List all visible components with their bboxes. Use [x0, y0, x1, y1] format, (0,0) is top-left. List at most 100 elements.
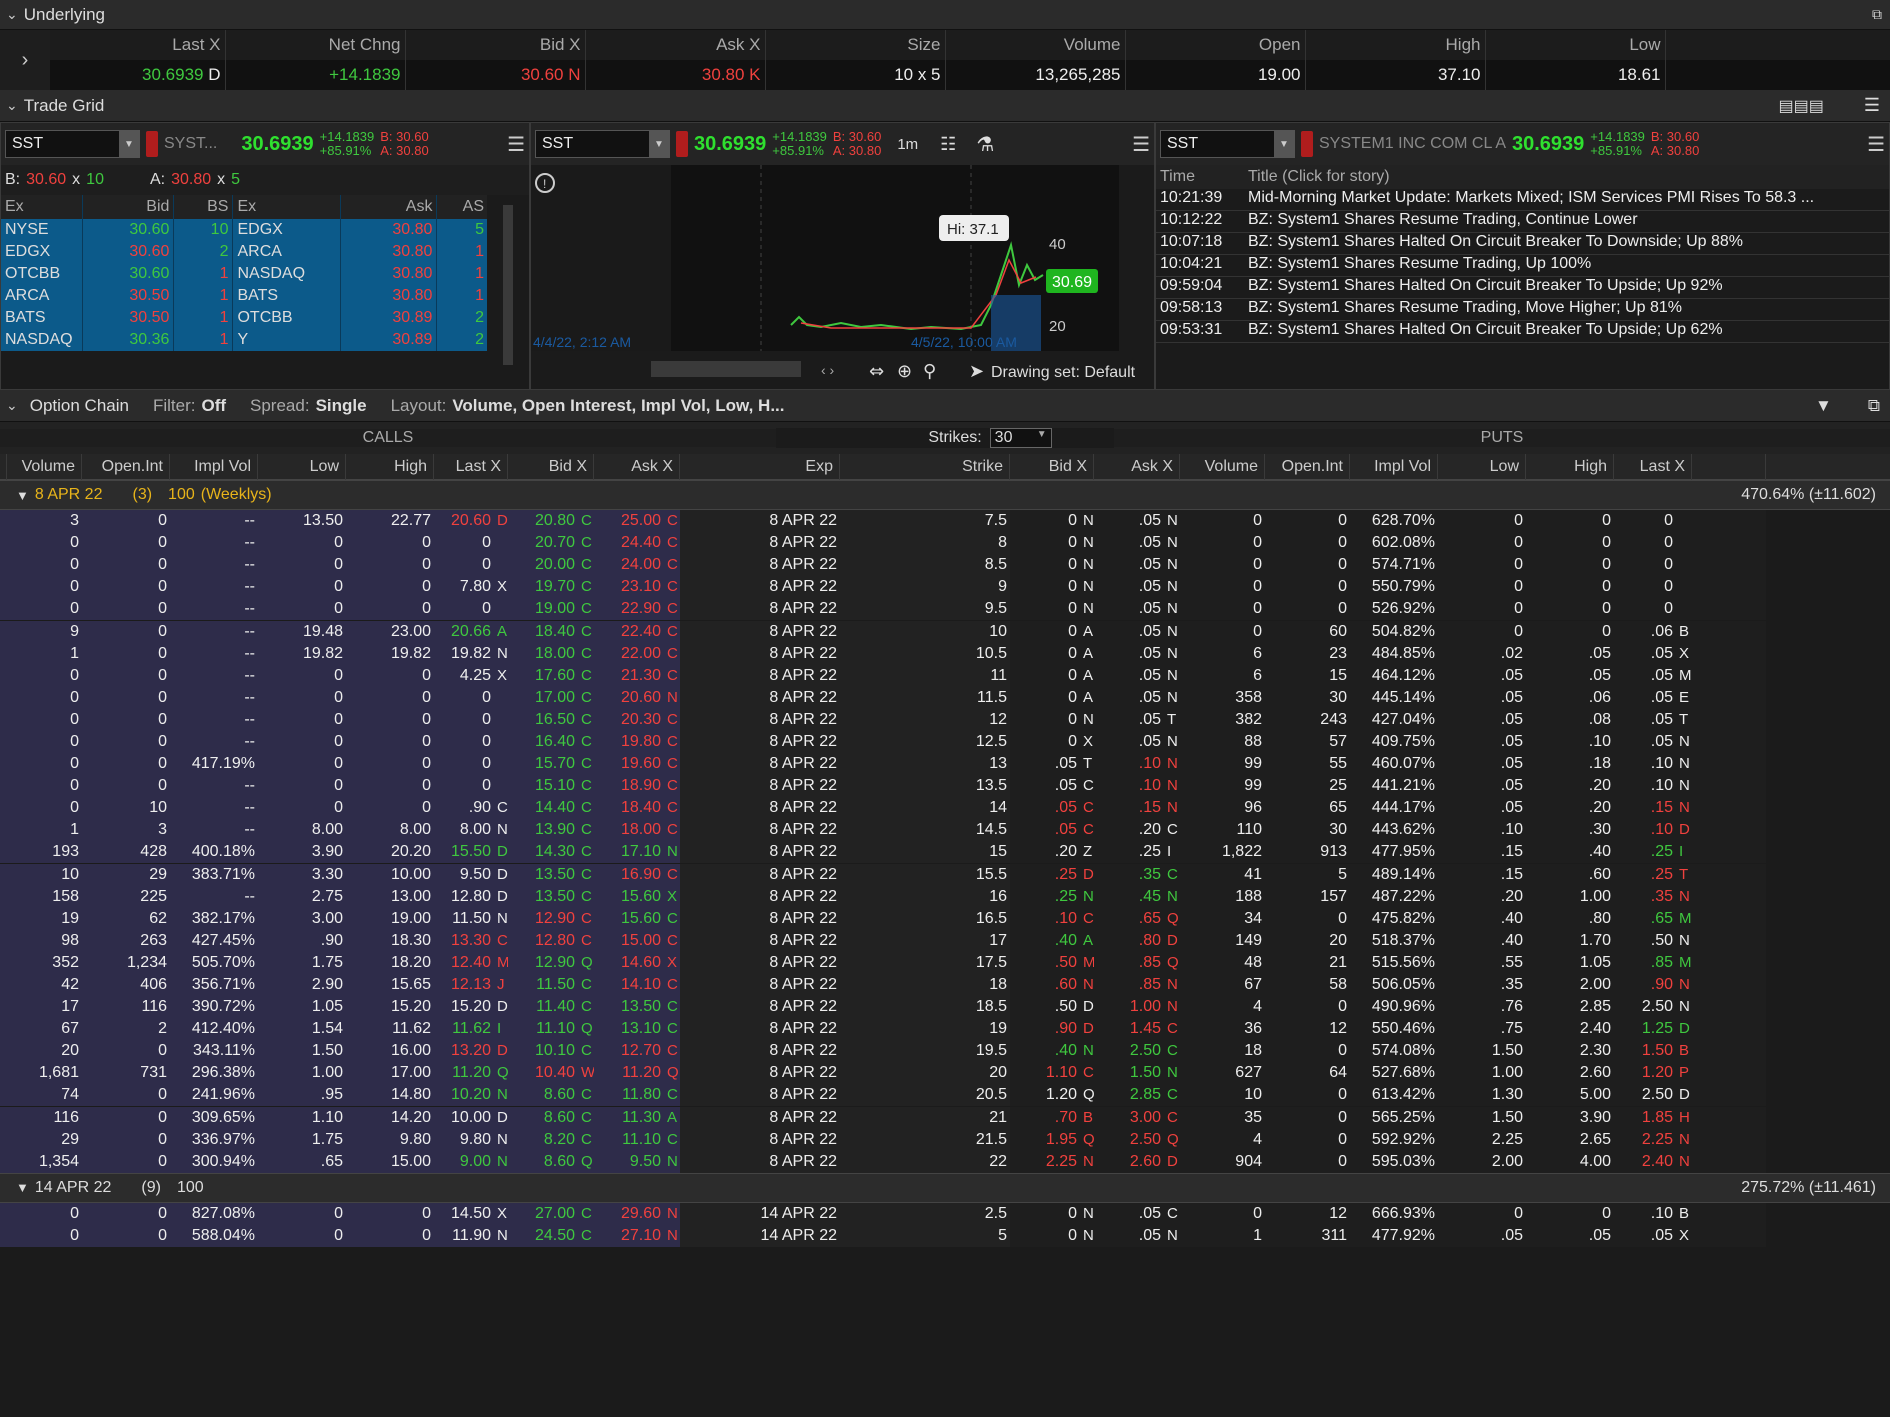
cell[interactable]: 24.40 [594, 532, 664, 555]
news-item[interactable]: 09:59:04 BZ: System1 Shares Halted On Cir… [1156, 277, 1889, 299]
cell[interactable]: 15.60 [594, 885, 664, 908]
col-put-low[interactable]: Low [1438, 454, 1526, 480]
cell[interactable]: 14.10 [594, 974, 664, 997]
col-put-impl-vol[interactable]: Impl Vol [1350, 454, 1438, 480]
trade-grid-header[interactable]: ⌄ Trade Grid ▤▤▤ ☰ [0, 90, 1890, 122]
level2-scrollbar[interactable] [487, 195, 529, 389]
menu-icon[interactable]: ☰ [1864, 95, 1880, 116]
cell[interactable]: 24.00 [594, 554, 664, 577]
cell[interactable]: 20.60 [594, 686, 664, 709]
option-row[interactable]: 1 3 -- 8.00 8.00 8.00 N 13.90 C 18.00 C 8 APR 22 14.… [0, 819, 1890, 842]
cell[interactable]: .70 [1010, 1106, 1080, 1129]
cell[interactable]: 13.10 [594, 1018, 664, 1041]
ask-value[interactable]: 30.80 K [585, 60, 766, 90]
cell[interactable]: .65 [1094, 907, 1164, 930]
option-row[interactable]: 0 0 -- 0 0 0 20.70 C 24.40 C 8 APR 22 8 0 N .05 N 0 0 602.… [0, 532, 1890, 555]
col-high[interactable]: High [1305, 30, 1486, 60]
spread-dropdown[interactable]: Single [316, 396, 367, 416]
cell[interactable]: 18.40 [594, 797, 664, 820]
cell[interactable]: 17.00 [508, 686, 578, 709]
cell[interactable]: .50 [1010, 951, 1080, 974]
option-row[interactable]: 0 0 -- 0 0 7.80 X 19.70 C 23.10 C 8 APR 22 9 0 N .05 N 0 0… [0, 576, 1890, 599]
col-net-chng[interactable]: Net Chng [225, 30, 406, 60]
chevron-down-icon[interactable]: ⌄ [6, 97, 18, 114]
cell[interactable]: 22.40 [594, 620, 664, 643]
cell[interactable]: .05 [1094, 620, 1164, 643]
cell[interactable]: .25 [1010, 863, 1080, 886]
cell[interactable]: 14.30 [508, 841, 578, 864]
col-open-int[interactable]: Open.Int [82, 454, 170, 480]
col-ex-bid[interactable]: Ex [1, 195, 84, 219]
cell[interactable]: 18.90 [594, 775, 664, 798]
underlying-header[interactable]: ⌄ Underlying ⧉ [0, 0, 1890, 30]
cell[interactable]: 0 [1010, 510, 1080, 533]
option-row[interactable]: 1 0 -- 19.82 19.82 19.82 N 18.00 C 22.00 C 8 APR 22… [0, 642, 1890, 665]
news-item[interactable]: 10:21:39 Mid-Morning Market Update: Marke… [1156, 189, 1889, 211]
bid-value[interactable]: 30.60 N [405, 60, 586, 90]
col-put-open-int[interactable]: Open.Int [1265, 454, 1350, 480]
cell[interactable]: 11.80 [594, 1084, 664, 1107]
cell[interactable]: 0 [1010, 686, 1080, 709]
cell[interactable]: .05 [1094, 554, 1164, 577]
option-row[interactable]: 0 0 -- 0 0 0 16.50 C 20.30 C 8 APR 22 12 0 N .05 T 382 24… [0, 708, 1890, 731]
option-row[interactable]: 17 116 390.72% 1.05 15.20 15.20 D 11.40 C 13.50 C 8… [0, 996, 1890, 1019]
col-low[interactable]: Low [258, 454, 346, 480]
col-impl-vol[interactable]: Impl Vol [170, 454, 258, 480]
col-last[interactable]: Last X [434, 454, 508, 480]
cell[interactable]: 3.00 [1094, 1106, 1164, 1129]
cell[interactable]: 29.60 [594, 1202, 664, 1225]
cell[interactable]: 1.20 [1010, 1084, 1080, 1107]
cell[interactable]: 1.95 [1010, 1128, 1080, 1151]
cell[interactable]: 0 [1010, 664, 1080, 687]
cell[interactable]: .05 [1010, 775, 1080, 798]
cell[interactable]: .05 [1094, 576, 1164, 599]
col-low[interactable]: Low [1485, 30, 1666, 60]
detach-icon[interactable]: ⧉ [1868, 396, 1880, 416]
cell[interactable]: .45 [1094, 885, 1164, 908]
cell[interactable]: 10.10 [508, 1040, 578, 1063]
symbol-selector[interactable]: SST ▼ [535, 130, 670, 158]
cell[interactable]: .25 [1010, 885, 1080, 908]
cell[interactable]: 2.85 [1094, 1084, 1164, 1107]
cell[interactable]: 23.10 [594, 576, 664, 599]
cell[interactable]: 11.20 [594, 1062, 664, 1085]
chevron-down-icon[interactable]: ⌄ [6, 6, 18, 23]
cell[interactable]: .15 [1094, 797, 1164, 820]
option-row[interactable]: 10 29 383.71% 3.30 10.00 9.50 D 13.50 C 16.90 C 8 A… [0, 863, 1890, 886]
cell[interactable]: .05 [1094, 532, 1164, 555]
cell[interactable]: .10 [1094, 753, 1164, 776]
option-row[interactable]: 0 0 -- 0 0 0 19.00 C 22.90 C 8 APR 22 9.5 0 N .05 N 0 0 52… [0, 598, 1890, 621]
option-row[interactable]: 0 0 -- 0 0 0 16.40 C 19.80 C 8 APR 22 12.5 0 X .05 N 88 5… [0, 730, 1890, 753]
news-item[interactable]: 10:04:21 BZ: System1 Shares Resume Tradin… [1156, 255, 1889, 277]
col-exp[interactable]: Exp [680, 454, 840, 480]
cell[interactable]: .85 [1094, 951, 1164, 974]
news-item[interactable]: 10:07:18 BZ: System1 Shares Halted On Cir… [1156, 233, 1889, 255]
cell[interactable]: 13.90 [508, 819, 578, 842]
option-row[interactable]: 42 406 356.71% 2.90 15.65 12.13 J 11.50 C 14.10 C 8… [0, 974, 1890, 997]
cell[interactable]: 24.50 [508, 1224, 578, 1247]
cell[interactable]: .10 [1094, 775, 1164, 798]
col-ask[interactable]: Ask [340, 195, 438, 219]
cell[interactable]: 0 [1010, 598, 1080, 621]
cell[interactable]: .05 [1094, 1202, 1164, 1225]
cell[interactable]: 0 [1010, 642, 1080, 665]
link-flag-icon[interactable] [1301, 131, 1313, 157]
cell[interactable]: 1.10 [1010, 1062, 1080, 1085]
option-row[interactable]: 1,354 0 300.94% .65 15.00 9.00 N 8.60 Q 9.50 N 8 AP… [0, 1150, 1890, 1173]
cell[interactable]: 18.40 [508, 620, 578, 643]
option-row[interactable]: 0 10 -- 0 0.90 C 14.40 C 18.40 C 8 APR 22 14.05 C .15… [0, 797, 1890, 820]
cell[interactable]: 17.60 [508, 664, 578, 687]
option-row[interactable]: 0 0 588.04% 0 0 11.90 N 24.50 C 27.10 N 14 APR 22 5 0… [0, 1224, 1890, 1247]
cell[interactable]: 0 [1010, 708, 1080, 731]
cell[interactable]: .80 [1094, 929, 1164, 952]
collapse-icon[interactable]: ▼ [1815, 396, 1832, 416]
cell[interactable]: 13.50 [508, 863, 578, 886]
col-time[interactable]: Time [1156, 168, 1248, 186]
cell[interactable]: .40 [1010, 1040, 1080, 1063]
col-bid[interactable]: Bid X [508, 454, 594, 480]
option-row[interactable]: 29 0 336.97% 1.75 9.80 9.80 N 8.20 C 11.10 C 8 APR … [0, 1128, 1890, 1151]
cell[interactable]: 14.60 [594, 951, 664, 974]
cell[interactable]: 16.50 [508, 708, 578, 731]
level2-row[interactable]: NASDAQ 30.36 1 Y 30.89 2 [1, 329, 489, 351]
cell[interactable]: .40 [1010, 929, 1080, 952]
